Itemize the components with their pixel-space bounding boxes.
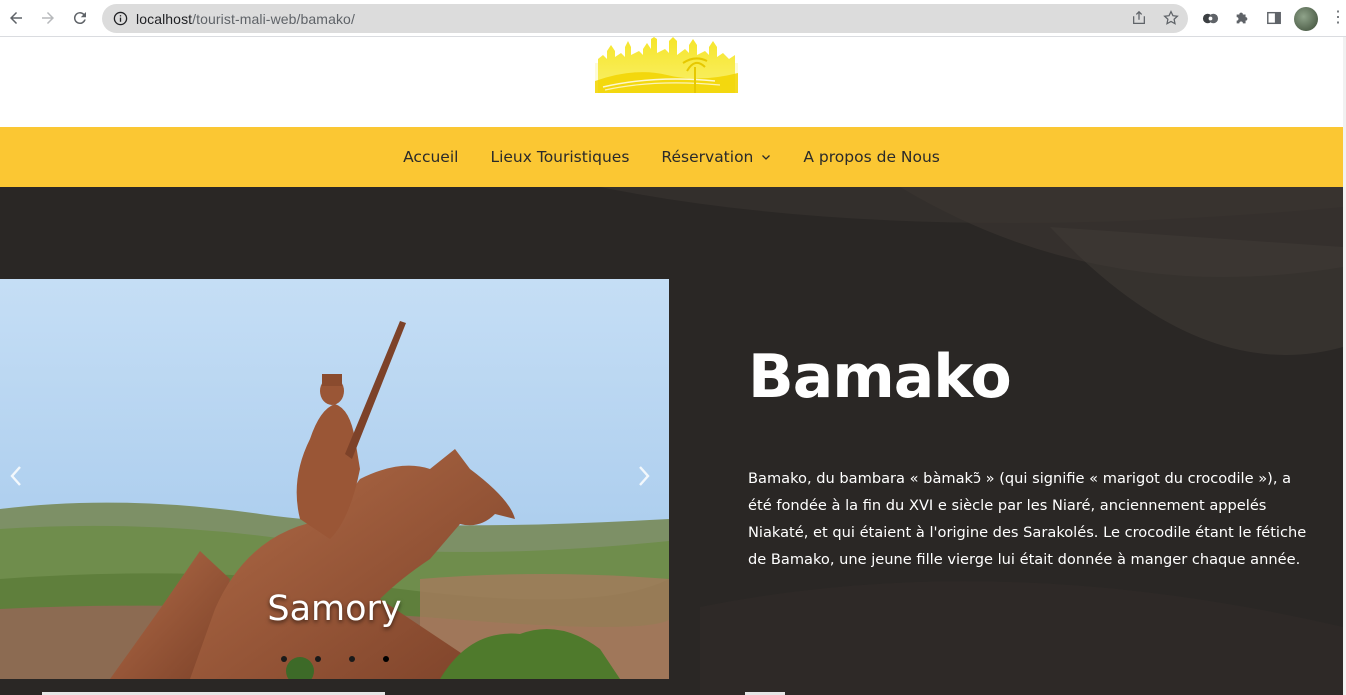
intro-paragraph: Bamako, du bambara « bàmakɔ̃ » (qui sign… (748, 470, 1307, 568)
slider-dot[interactable] (348, 656, 355, 662)
info-icon[interactable] (112, 11, 128, 27)
share-icon[interactable] (1130, 9, 1148, 27)
puzzle-icon[interactable] (1233, 9, 1251, 27)
nav-item-accueil[interactable]: Accueil (403, 148, 458, 166)
nav-item-lieux-touristiques[interactable]: Lieux Touristiques (490, 148, 629, 166)
slider-next-arrow-icon[interactable] (632, 462, 656, 490)
nav-label: A propos de Nous (803, 148, 940, 166)
slider-dots (0, 656, 669, 662)
side-panel-icon[interactable] (1265, 9, 1283, 27)
browser-toolbar: localhost/tourist-mali-web/bamako/ ⋮ (0, 0, 1346, 37)
page: Accueil Lieux Touristiques Réservation A… (0, 37, 1343, 695)
nav-item-a-propos[interactable]: A propos de Nous (803, 148, 940, 166)
url-text: localhost/tourist-mali-web/bamako/ (136, 10, 355, 27)
slider-dot[interactable] (314, 656, 321, 662)
kebab-menu-icon[interactable]: ⋮ (1330, 9, 1346, 27)
address-bar[interactable]: localhost/tourist-mali-web/bamako/ (102, 4, 1188, 33)
extension-icon[interactable] (1201, 9, 1219, 27)
star-icon[interactable] (1162, 9, 1180, 27)
profile-avatar[interactable] (1294, 7, 1318, 31)
back-arrow-icon[interactable] (0, 2, 32, 34)
chevron-down-icon (762, 155, 771, 160)
slider-dot[interactable] (280, 656, 287, 662)
nav-label: Accueil (403, 148, 459, 166)
hero-section: Samory Bamako Bamako, du bambara « bàmak… (0, 187, 1343, 695)
site-logo[interactable] (595, 37, 738, 93)
image-slider[interactable]: Samory (0, 279, 669, 679)
main-navbar: Accueil Lieux Touristiques Réservation A… (0, 127, 1343, 187)
reload-icon[interactable] (64, 2, 96, 34)
slider-prev-arrow-icon[interactable] (4, 462, 28, 490)
nav-label: Réservation (661, 148, 754, 166)
page-title: Bamako (748, 342, 1012, 412)
nav-item-reservation[interactable]: Réservation (661, 148, 771, 166)
slider-dot-active[interactable] (382, 656, 389, 662)
forward-arrow-icon[interactable] (32, 2, 64, 34)
slide-caption: Samory (267, 589, 402, 629)
nav-label: Lieux Touristiques (490, 148, 630, 166)
